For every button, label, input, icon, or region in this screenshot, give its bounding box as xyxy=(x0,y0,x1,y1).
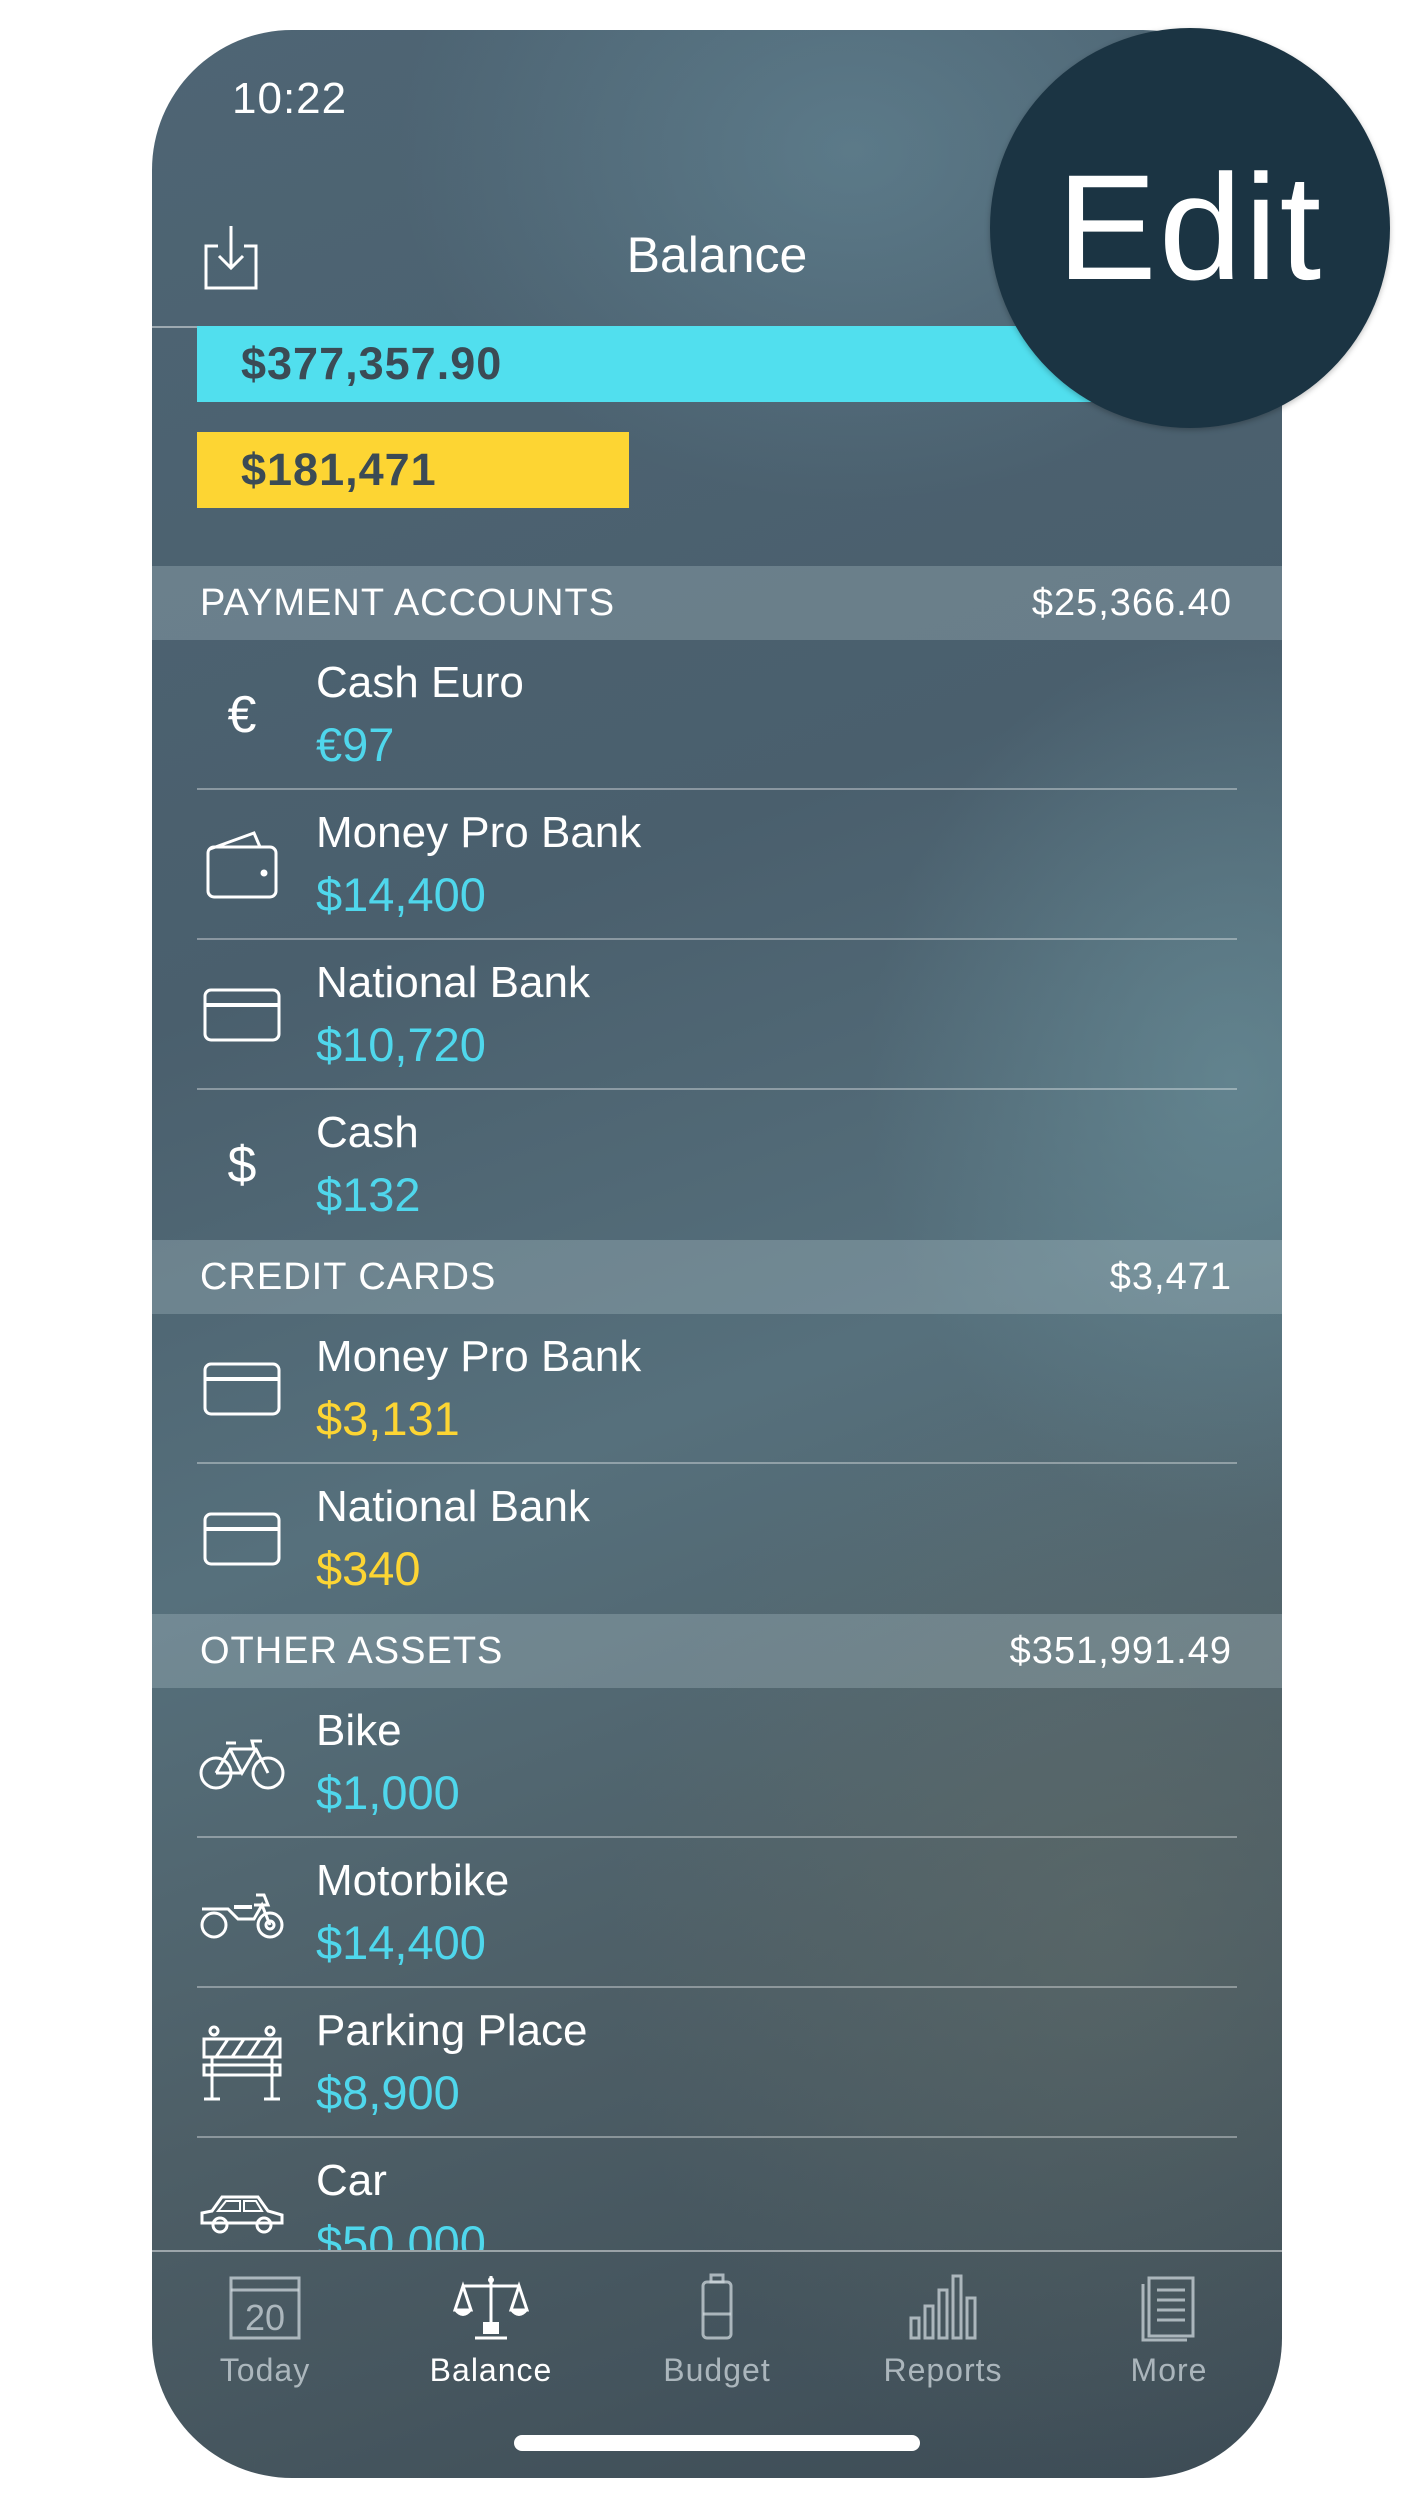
credit-row-money-pro-bank[interactable]: Money Pro Bank $3,131 xyxy=(152,1314,1282,1464)
parking-barrier-icon xyxy=(197,2018,287,2108)
account-amount: $3,131 xyxy=(316,1392,460,1445)
tab-more[interactable]: More xyxy=(1056,2272,1282,2402)
calendar-day: 20 xyxy=(245,2297,285,2338)
account-amount: $14,400 xyxy=(316,868,486,921)
total-balance-value: $377,357.90 xyxy=(241,338,503,389)
card-icon xyxy=(197,1344,287,1434)
edit-button[interactable]: Edit xyxy=(990,28,1390,428)
tab-today[interactable]: 20 Today xyxy=(152,2272,378,2402)
account-row-cash[interactable]: $ Cash $132 xyxy=(152,1090,1282,1240)
bar-chart-icon xyxy=(909,2274,977,2340)
account-name: Money Pro Bank xyxy=(316,808,642,857)
account-name: Car xyxy=(316,2156,387,2205)
account-name: Parking Place xyxy=(316,2006,588,2055)
account-name: Cash xyxy=(316,1108,419,1157)
tab-reports[interactable]: Reports xyxy=(830,2272,1056,2402)
account-amount: $1,000 xyxy=(316,1766,460,1819)
account-row-money-pro-bank[interactable]: Money Pro Bank $14,400 xyxy=(152,790,1282,940)
account-amount: $50,000 xyxy=(316,2216,486,2250)
liabilities-value: $181,471 xyxy=(241,444,437,495)
motorbike-icon xyxy=(197,1868,287,1958)
section-total: $3,471 xyxy=(1109,1255,1232,1298)
scales-icon xyxy=(453,2276,529,2340)
wallet-icon xyxy=(197,820,287,910)
battery-icon xyxy=(701,2273,733,2340)
tab-label: Today xyxy=(219,2352,311,2388)
asset-row-car[interactable]: Car $50,000 xyxy=(152,2138,1282,2250)
section-header-payment-accounts: PAYMENT ACCOUNTS $25,366.40 xyxy=(152,566,1282,640)
account-name: Cash Euro xyxy=(316,658,524,707)
account-amount: $132 xyxy=(316,1168,421,1221)
tab-label: More xyxy=(1130,2352,1208,2388)
tab-label: Balance xyxy=(429,2352,553,2388)
tab-label: Budget xyxy=(663,2352,771,2388)
euro-icon: € xyxy=(227,686,257,744)
section-title: OTHER ASSETS xyxy=(200,1629,504,1672)
account-amount: $14,400 xyxy=(316,1916,486,1969)
card-icon xyxy=(197,970,287,1060)
asset-row-bike[interactable]: Bike $1,000 xyxy=(152,1688,1282,1838)
section-header-credit-cards: CREDIT CARDS $3,471 xyxy=(152,1240,1282,1314)
account-name: Money Pro Bank xyxy=(316,1332,642,1381)
credit-row-national-bank[interactable]: National Bank $340 xyxy=(152,1464,1282,1614)
edit-label: Edit xyxy=(1056,143,1324,311)
bicycle-icon xyxy=(197,1718,287,1808)
tab-balance[interactable]: Balance xyxy=(378,2272,604,2402)
account-name: National Bank xyxy=(316,1482,590,1531)
home-indicator xyxy=(514,2435,920,2451)
status-time: 10:22 xyxy=(232,74,348,123)
dollar-icon: $ xyxy=(227,1136,257,1194)
account-row-cash-euro[interactable]: € Cash Euro €97 xyxy=(152,640,1282,790)
section-total: $351,991.49 xyxy=(1009,1629,1232,1672)
asset-row-motorbike[interactable]: Motorbike $14,400 xyxy=(152,1838,1282,1988)
account-name: Motorbike xyxy=(316,1856,510,1905)
account-amount: $340 xyxy=(316,1542,421,1595)
section-header-other-assets: OTHER ASSETS $351,991.49 xyxy=(152,1614,1282,1688)
section-title: PAYMENT ACCOUNTS xyxy=(200,581,616,624)
account-name: National Bank xyxy=(316,958,590,1007)
card-icon xyxy=(197,1494,287,1584)
list-scroll-clip: Car $50,000 xyxy=(152,2110,1282,2250)
liabilities-bar[interactable]: $181,471 xyxy=(197,432,629,508)
tab-budget[interactable]: Budget xyxy=(604,2272,830,2402)
account-name: Bike xyxy=(316,1706,402,1755)
tab-label: Reports xyxy=(883,2352,1003,2388)
account-amount: $10,720 xyxy=(316,1018,486,1071)
account-amount: €97 xyxy=(316,718,395,771)
car-icon xyxy=(197,2168,287,2250)
calendar-icon: 20 xyxy=(229,2276,301,2340)
section-title: CREDIT CARDS xyxy=(200,1255,497,1298)
account-row-national-bank[interactable]: National Bank $10,720 xyxy=(152,940,1282,1090)
document-icon xyxy=(1141,2276,1195,2342)
total-balance-bar[interactable]: $377,357.90 xyxy=(197,326,1097,402)
section-total: $25,366.40 xyxy=(1031,581,1232,624)
